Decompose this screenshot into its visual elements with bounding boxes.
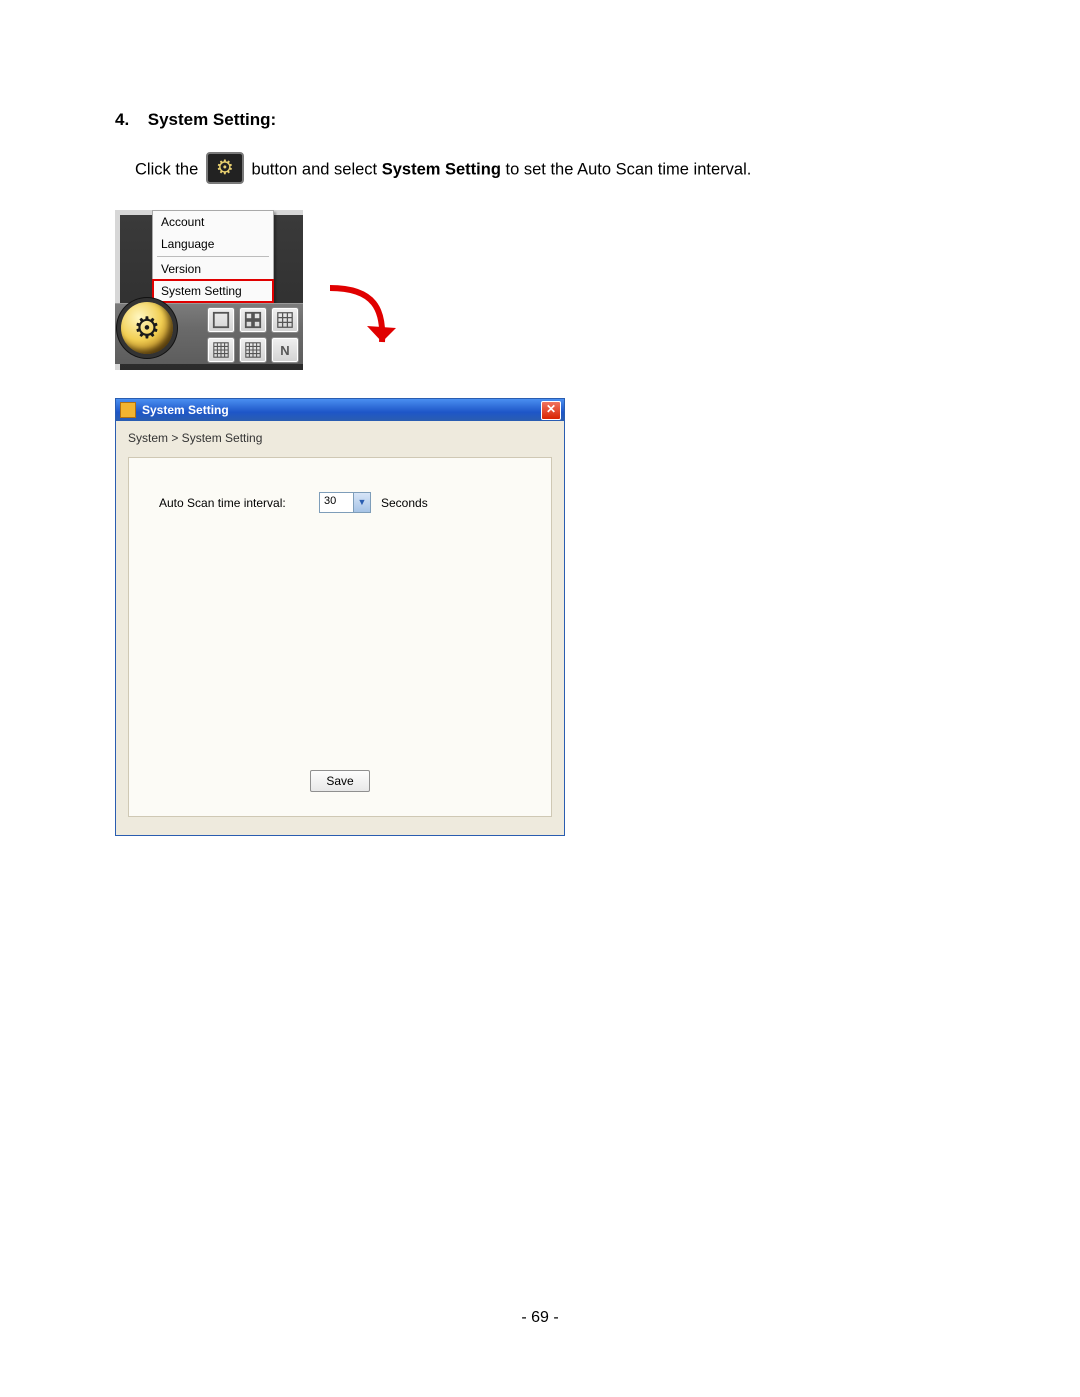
chevron-down-icon[interactable]: ▼ xyxy=(353,493,370,512)
menu-divider xyxy=(157,256,269,257)
intro-pre: Click the xyxy=(135,160,203,178)
page-number: - 69 - xyxy=(0,1309,1080,1327)
menu-item-account[interactable]: Account xyxy=(153,211,273,233)
dialog-titlebar: System Setting ✕ xyxy=(116,399,564,421)
layout-2x2-icon[interactable] xyxy=(239,307,267,333)
auto-scan-row: Auto Scan time interval: 30 ▼ Seconds xyxy=(159,492,521,513)
layout-buttons: N xyxy=(207,307,299,363)
gear-button[interactable]: ⚙ xyxy=(121,302,173,354)
intro-bold: System Setting xyxy=(382,160,501,178)
dialog-title: System Setting xyxy=(142,403,229,417)
heading-number: 4. xyxy=(115,110,143,130)
gear-icon xyxy=(206,152,244,184)
auto-scan-select[interactable]: 30 ▼ xyxy=(319,492,371,513)
layout-1x1-icon[interactable] xyxy=(207,307,235,333)
toolbar: ⚙ N xyxy=(115,303,303,364)
breadcrumb: System > System Setting xyxy=(128,431,552,445)
section-heading: 4. System Setting: xyxy=(115,110,965,130)
menu-item-language[interactable]: Language xyxy=(153,233,273,255)
system-setting-dialog: System Setting ✕ System > System Setting… xyxy=(115,398,565,836)
dialog-title-icon xyxy=(120,402,136,418)
layout-3x3-icon[interactable] xyxy=(271,307,299,333)
auto-scan-value: 30 xyxy=(324,495,336,507)
auto-scan-label: Auto Scan time interval: xyxy=(159,496,309,510)
menu-item-system-setting[interactable]: System Setting xyxy=(152,279,274,303)
close-button[interactable]: ✕ xyxy=(541,401,561,420)
menu-item-version[interactable]: Version xyxy=(153,258,273,280)
dialog-body: System > System Setting Auto Scan time i… xyxy=(116,421,564,835)
context-menu: Account Language Version System Setting xyxy=(152,210,274,303)
menu-screenshot: Account Language Version System Setting … xyxy=(115,210,303,364)
layout-4x4-icon[interactable] xyxy=(207,337,235,363)
auto-scan-unit: Seconds xyxy=(381,496,428,510)
dialog-panel: Auto Scan time interval: 30 ▼ Seconds Sa… xyxy=(128,457,552,817)
heading-title: System Setting: xyxy=(148,110,276,129)
curved-arrow-icon xyxy=(320,280,400,380)
save-button[interactable]: Save xyxy=(310,770,370,792)
intro-sentence: Click the button and select System Setti… xyxy=(135,154,965,186)
intro-mid: button and select xyxy=(251,160,381,178)
layout-n-icon[interactable]: N xyxy=(271,337,299,363)
intro-post: to set the Auto Scan time interval. xyxy=(506,160,752,178)
layout-grid-icon[interactable] xyxy=(239,337,267,363)
